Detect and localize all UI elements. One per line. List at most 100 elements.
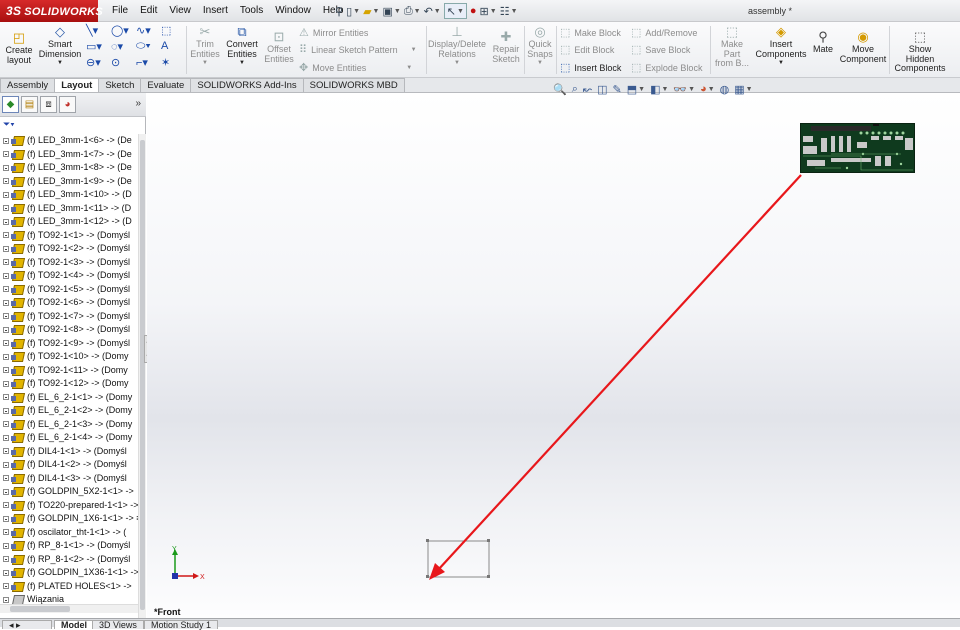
expand-toggle-icon[interactable] [3, 394, 9, 401]
tree-item[interactable]: (f) TO92-1<1> -> (Domyśl [0, 229, 138, 243]
dynamic-annotation-icon[interactable]: ✎ [613, 83, 622, 96]
text-icon[interactable]: A [161, 40, 186, 53]
expand-toggle-icon[interactable] [3, 313, 9, 320]
make-part-from-block-button[interactable]: ⬚ Make Part from B... [712, 25, 752, 69]
new-document-icon[interactable]: ▯ ▼ [346, 3, 360, 19]
convert-entities-button[interactable]: ⧉ Convert Entities ▼ [222, 25, 262, 69]
expand-toggle-icon[interactable] [3, 475, 9, 482]
view-orientation-icon[interactable]: ⬒ [627, 83, 637, 96]
scroll-thumb[interactable] [140, 140, 145, 610]
expand-toggle-icon[interactable] [3, 380, 9, 387]
spline-icon[interactable]: ∿▾ [136, 24, 161, 37]
property-manager-tab-icon[interactable]: ▤ [21, 96, 38, 113]
tree-item[interactable]: (f) EL_6_2-1<1> -> (Domy [0, 391, 138, 405]
expand-toggle-icon[interactable] [3, 515, 9, 522]
expand-toggle-icon[interactable] [3, 137, 9, 144]
expand-toggle-icon[interactable] [3, 529, 9, 536]
expand-toggle-icon[interactable] [3, 326, 9, 333]
tree-item[interactable]: (f) RP_8-1<1> -> (Domyśl [0, 539, 138, 553]
mirror-entities-button[interactable]: ⚠ Mirror Entities [299, 26, 368, 39]
expand-toggle-icon[interactable] [3, 448, 9, 455]
expand-toggle-icon[interactable] [3, 569, 9, 576]
expand-toggle-icon[interactable] [3, 205, 9, 212]
tree-item[interactable]: (f) GOLDPIN_1X36-1<1> -> [0, 566, 138, 580]
mate-button[interactable]: ⚲ Mate [810, 30, 836, 55]
menu-edit[interactable]: Edit [134, 0, 163, 22]
expand-toggle-icon[interactable] [3, 596, 9, 603]
tree-item[interactable]: (f) EL_6_2-1<2> -> (Domy [0, 404, 138, 418]
insert-block-button[interactable]: ⬚ Insert Block [560, 61, 621, 74]
tree-vertical-scrollbar[interactable] [138, 134, 146, 618]
expand-toggle-icon[interactable] [3, 232, 9, 239]
save-block-button[interactable]: ⬚ Save Block [631, 43, 690, 56]
rebuild-traffic-light-icon[interactable]: ● [470, 3, 477, 19]
tree-item[interactable]: (f) oscilator_tht-1<1> -> ( [0, 526, 138, 540]
tree-item[interactable]: (f) TO92-1<9> -> (Domyśl [0, 337, 138, 351]
tab-motion-study-1[interactable]: Motion Study 1 [144, 620, 219, 630]
menu-window[interactable]: Window [269, 0, 317, 22]
edit-block-button[interactable]: ⬚ Edit Block [560, 43, 614, 56]
expand-toggle-icon[interactable] [3, 556, 9, 563]
scroll-right-icon[interactable]: ▸ [16, 620, 21, 630]
expand-toggle-icon[interactable] [3, 434, 9, 441]
options-icon[interactable]: ☷ ▼ [500, 3, 518, 19]
apply-scene-icon[interactable]: ◍ [720, 83, 730, 96]
create-layout-button[interactable]: ◰ Create layout [2, 31, 36, 65]
pin-icon[interactable]: ⚲ [335, 3, 343, 19]
zoom-to-fit-icon[interactable]: 🔍 [553, 83, 567, 96]
slot-straight-icon[interactable]: ⊖▾ [86, 56, 111, 69]
tree-item[interactable]: (f) PLATED HOLES<1> -> [0, 580, 138, 594]
tree-item[interactable]: (f) RP_8-1<2> -> (Domyśl [0, 553, 138, 567]
rectangle-icon[interactable]: ▭▾ [86, 40, 111, 53]
move-entities-button[interactable]: ✥ Move Entities ▼ [299, 61, 412, 74]
quick-snaps-button[interactable]: ◎ Quick Snaps ▼ [526, 25, 554, 69]
display-style-icon[interactable]: ◧ [650, 83, 660, 96]
expand-toggle-icon[interactable] [3, 286, 9, 293]
expand-toggle-icon[interactable] [3, 542, 9, 549]
expand-toggle-icon[interactable] [3, 421, 9, 428]
expand-toggle-icon[interactable] [3, 151, 9, 158]
expand-toggle-icon[interactable] [3, 583, 9, 590]
tree-item[interactable]: (f) LED_3mm-1<11> -> (D [0, 202, 138, 216]
tree-item[interactable]: (f) TO220-prepared-1<1> -> [0, 499, 138, 513]
feature-tree-tab-icon[interactable]: ◆ [2, 96, 19, 113]
circle-icon[interactable]: ◯▾ [111, 24, 136, 37]
tree-item[interactable]: (f) TO92-1<5> -> (Domyśl [0, 283, 138, 297]
tree-item[interactable]: (f) TO92-1<12> -> (Domy [0, 377, 138, 391]
tree-item[interactable]: (f) EL_6_2-1<4> -> (Domy [0, 431, 138, 445]
view-settings-icon[interactable]: ▦ [734, 83, 744, 96]
tab-solidworks-add-ins[interactable]: SOLIDWORKS Add-Ins [190, 78, 304, 92]
add-remove-button[interactable]: ⬚ Add/Remove [631, 26, 697, 39]
zoom-to-area-icon[interactable]: ⌕ [572, 83, 578, 96]
tab-sketch[interactable]: Sketch [98, 78, 142, 92]
line-icon[interactable]: ╲▾ [86, 24, 111, 37]
tab-scroll-arrows[interactable]: ◂ ▸ [2, 620, 52, 630]
scroll-thumb[interactable] [10, 606, 70, 612]
linear-sketch-pattern-button[interactable]: ⠿ Linear Sketch Pattern ▼ [299, 43, 417, 56]
file-properties-icon[interactable]: ⊞ ▼ [480, 3, 497, 19]
repair-sketch-button[interactable]: ✚ Repair Sketch [489, 30, 523, 64]
save-icon[interactable]: ▣ ▼ [382, 3, 400, 19]
tree-item[interactable]: (f) LED_3mm-1<12> -> (D [0, 215, 138, 229]
previous-view-icon[interactable]: ↜ [583, 83, 592, 96]
tree-item[interactable]: (f) LED_3mm-1<9> -> (De [0, 175, 138, 189]
edit-appearance-icon[interactable]: ◕ [700, 83, 707, 95]
tab-solidworks-mbd[interactable]: SOLIDWORKS MBD [302, 78, 405, 92]
menu-file[interactable]: File [106, 0, 134, 22]
tab-assembly[interactable]: Assembly [0, 78, 56, 92]
pcb-assembly-model[interactable] [800, 123, 915, 173]
tree-item[interactable]: (f) LED_3mm-1<8> -> (De [0, 161, 138, 175]
expand-toggle-icon[interactable] [3, 461, 9, 468]
menu-insert[interactable]: Insert [197, 0, 234, 22]
tree-item[interactable]: (f) TO92-1<8> -> (Domyśl [0, 323, 138, 337]
solidworks-logo[interactable]: 3S SOLIDWORKS [0, 0, 103, 22]
expand-toggle-icon[interactable] [3, 164, 9, 171]
tab-model[interactable]: Model [54, 620, 94, 630]
tree-item[interactable]: (f) TO92-1<3> -> (Domyśl [0, 256, 138, 270]
tab-3d-views[interactable]: 3D Views [92, 620, 144, 630]
display-manager-tab-icon[interactable]: ◕ [59, 96, 76, 113]
tree-item[interactable]: (f) GOLDPIN_5X2-1<1> -> [0, 485, 138, 499]
configuration-manager-tab-icon[interactable]: ⧈ [40, 96, 57, 113]
slot-icon[interactable]: ◌▾ [111, 40, 136, 53]
point-icon[interactable]: ✶ [161, 56, 186, 69]
